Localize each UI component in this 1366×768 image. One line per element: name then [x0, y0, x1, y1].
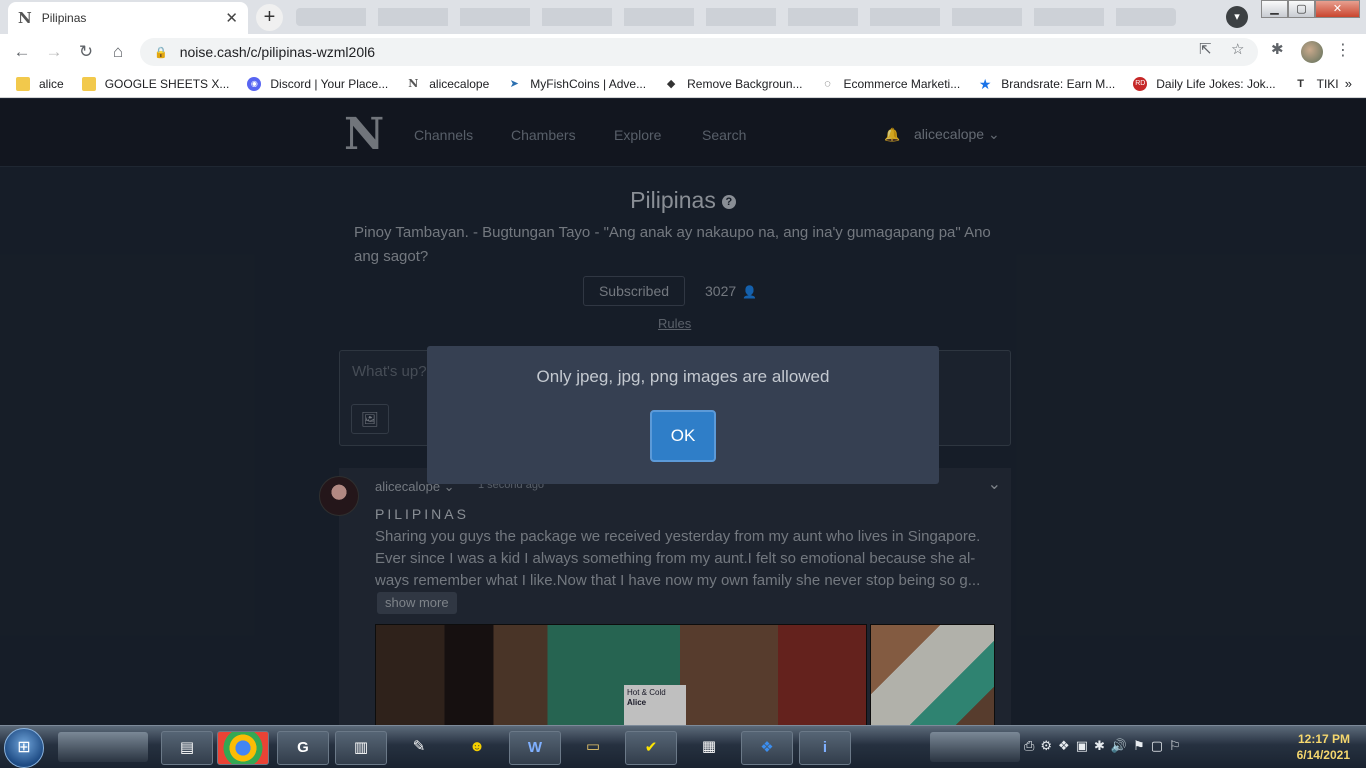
window-close-button[interactable]: ✕: [1315, 0, 1360, 18]
folder-icon: [81, 76, 96, 91]
tab-search-icon[interactable]: ▾: [1226, 6, 1248, 28]
bookmark-item[interactable]: T TIKI: [1294, 76, 1339, 91]
url-text: noise.cash/c/pilipinas-wzml20l6: [179, 44, 376, 60]
browser-tab[interactable]: N Pilipinas ✕: [8, 2, 248, 34]
window-controls: ▁ ▢ ✕: [1261, 0, 1360, 18]
bookmark-item[interactable]: ◉ Discord | Your Place...: [247, 76, 389, 91]
clock-time: 12:17 PM: [1297, 732, 1350, 746]
bookmark-label: Ecommerce Marketi...: [843, 76, 961, 91]
start-button[interactable]: ⊞: [4, 728, 44, 768]
emoji-app-icon[interactable]: ☻: [451, 731, 503, 765]
info-app-icon[interactable]: i: [799, 731, 851, 765]
notepad-app-icon[interactable]: ▤: [161, 731, 213, 765]
open-in-app-icon[interactable]: ⇱: [1199, 40, 1212, 58]
bookmark-label: alicecalope: [429, 76, 490, 91]
noise-favicon-icon: N: [18, 9, 32, 27]
chrome-app-icon[interactable]: [217, 731, 269, 765]
chrome-profile-avatar[interactable]: [1301, 41, 1323, 63]
bookmark-item[interactable]: ◆ Remove Backgroun...: [664, 76, 803, 91]
grammarly-app-icon[interactable]: G: [277, 731, 329, 765]
star-icon: ★: [978, 75, 992, 92]
bookmark-label: alice: [39, 76, 64, 91]
taskbar-decoration: [58, 732, 148, 762]
back-icon[interactable]: ←: [10, 40, 34, 64]
sticky-notes-app-icon[interactable]: ✔: [625, 731, 677, 765]
ok-button[interactable]: OK: [650, 410, 716, 462]
bookmark-label: Discord | Your Place...: [270, 76, 389, 91]
maximize-button[interactable]: ▢: [1288, 0, 1315, 18]
extensions-icon[interactable]: ✱: [1271, 40, 1284, 58]
ecom-icon: ◌: [824, 77, 831, 90]
home-icon[interactable]: ⌂: [106, 40, 130, 64]
dropbox-app-icon[interactable]: ❖: [741, 731, 793, 765]
bookmark-item[interactable]: alice: [16, 76, 64, 91]
alert-dialog: Only jpeg, jpg, png images are allowed O…: [427, 346, 939, 484]
windows-taskbar: ⊞ ▤ G ▥ ✎ ☻ W ▭ ✔ ▦ ❖ i ⎙⚙❖▣✱🔊⚑▢⚐ 12:17 …: [0, 725, 1366, 768]
bookmark-label: Brandsrate: Earn M...: [1001, 76, 1116, 91]
calculator-app-icon[interactable]: ▦: [683, 731, 735, 765]
reload-icon[interactable]: ↻: [74, 40, 98, 64]
taskbar-decoration: [930, 732, 1020, 762]
bookmark-item[interactable]: RD Daily Life Jokes: Jok...: [1133, 76, 1276, 91]
discord-icon: ◉: [247, 76, 262, 91]
fish-icon: ➤: [509, 77, 519, 90]
word-app-icon[interactable]: W: [509, 731, 561, 765]
bookmark-star-icon[interactable]: ☆: [1231, 40, 1244, 58]
bookmarks-bar: alice GOOGLE SHEETS X... ◉ Discord | Your…: [0, 70, 1366, 98]
background-tabs: [296, 8, 1176, 26]
bookmark-item[interactable]: GOOGLE SHEETS X...: [81, 76, 230, 91]
tab-close-icon[interactable]: ✕: [225, 9, 238, 27]
address-bar[interactable]: 🔒 noise.cash/c/pilipinas-wzml20l6: [140, 38, 1258, 66]
lock-icon: 🔒: [154, 46, 168, 59]
browser-toolbar: ← → ↻ ⌂ 🔒 noise.cash/c/pilipinas-wzml20l…: [0, 34, 1366, 70]
more-bookmarks-icon[interactable]: »: [1345, 76, 1352, 91]
pen-app-icon[interactable]: ✎: [393, 731, 445, 765]
browser-tab-bar: N Pilipinas ✕ + ▾ ▁ ▢ ✕: [0, 0, 1366, 34]
bookmark-item[interactable]: ➤ MyFishCoins | Adve...: [507, 77, 646, 91]
bookmark-label: Remove Backgroun...: [687, 76, 803, 91]
bookmark-item[interactable]: Nalicecalope: [406, 77, 489, 91]
bookmark-label: Daily Life Jokes: Jok...: [1156, 76, 1276, 91]
layers-icon: ◆: [666, 77, 676, 90]
folder-icon: [16, 76, 30, 91]
bookmark-label: GOOGLE SHEETS X...: [104, 76, 230, 91]
page-content: N Channels Chambers Explore Search 🔔 ali…: [0, 99, 1366, 725]
tiki-icon: T: [1297, 77, 1304, 90]
chrome-menu-icon[interactable]: ⋮: [1335, 40, 1351, 60]
alert-message: Only jpeg, jpg, png images are allowed: [536, 367, 830, 386]
bookmark-label: TIKI: [1316, 76, 1339, 91]
rd-icon: RD: [1133, 76, 1148, 91]
bookmark-item[interactable]: ◌ Ecommerce Marketi...: [821, 76, 961, 91]
tab-title: Pilipinas: [41, 11, 87, 25]
new-tab-button[interactable]: +: [256, 4, 283, 31]
bookmark-label: MyFishCoins | Adve...: [530, 76, 647, 91]
system-tray[interactable]: ⎙⚙❖▣✱🔊⚑▢⚐: [1024, 738, 1187, 754]
bookmark-item[interactable]: ★ Brandsrate: Earn M...: [978, 77, 1115, 91]
network-app-icon[interactable]: ▥: [335, 731, 387, 765]
noise-icon: N: [408, 76, 419, 90]
explorer-app-icon[interactable]: ▭: [567, 731, 619, 765]
clock-date: 6/14/2021: [1296, 748, 1350, 762]
forward-icon[interactable]: →: [42, 40, 66, 64]
minimize-button[interactable]: ▁: [1261, 0, 1288, 18]
system-clock[interactable]: 12:17 PM 6/14/2021: [1270, 731, 1350, 763]
